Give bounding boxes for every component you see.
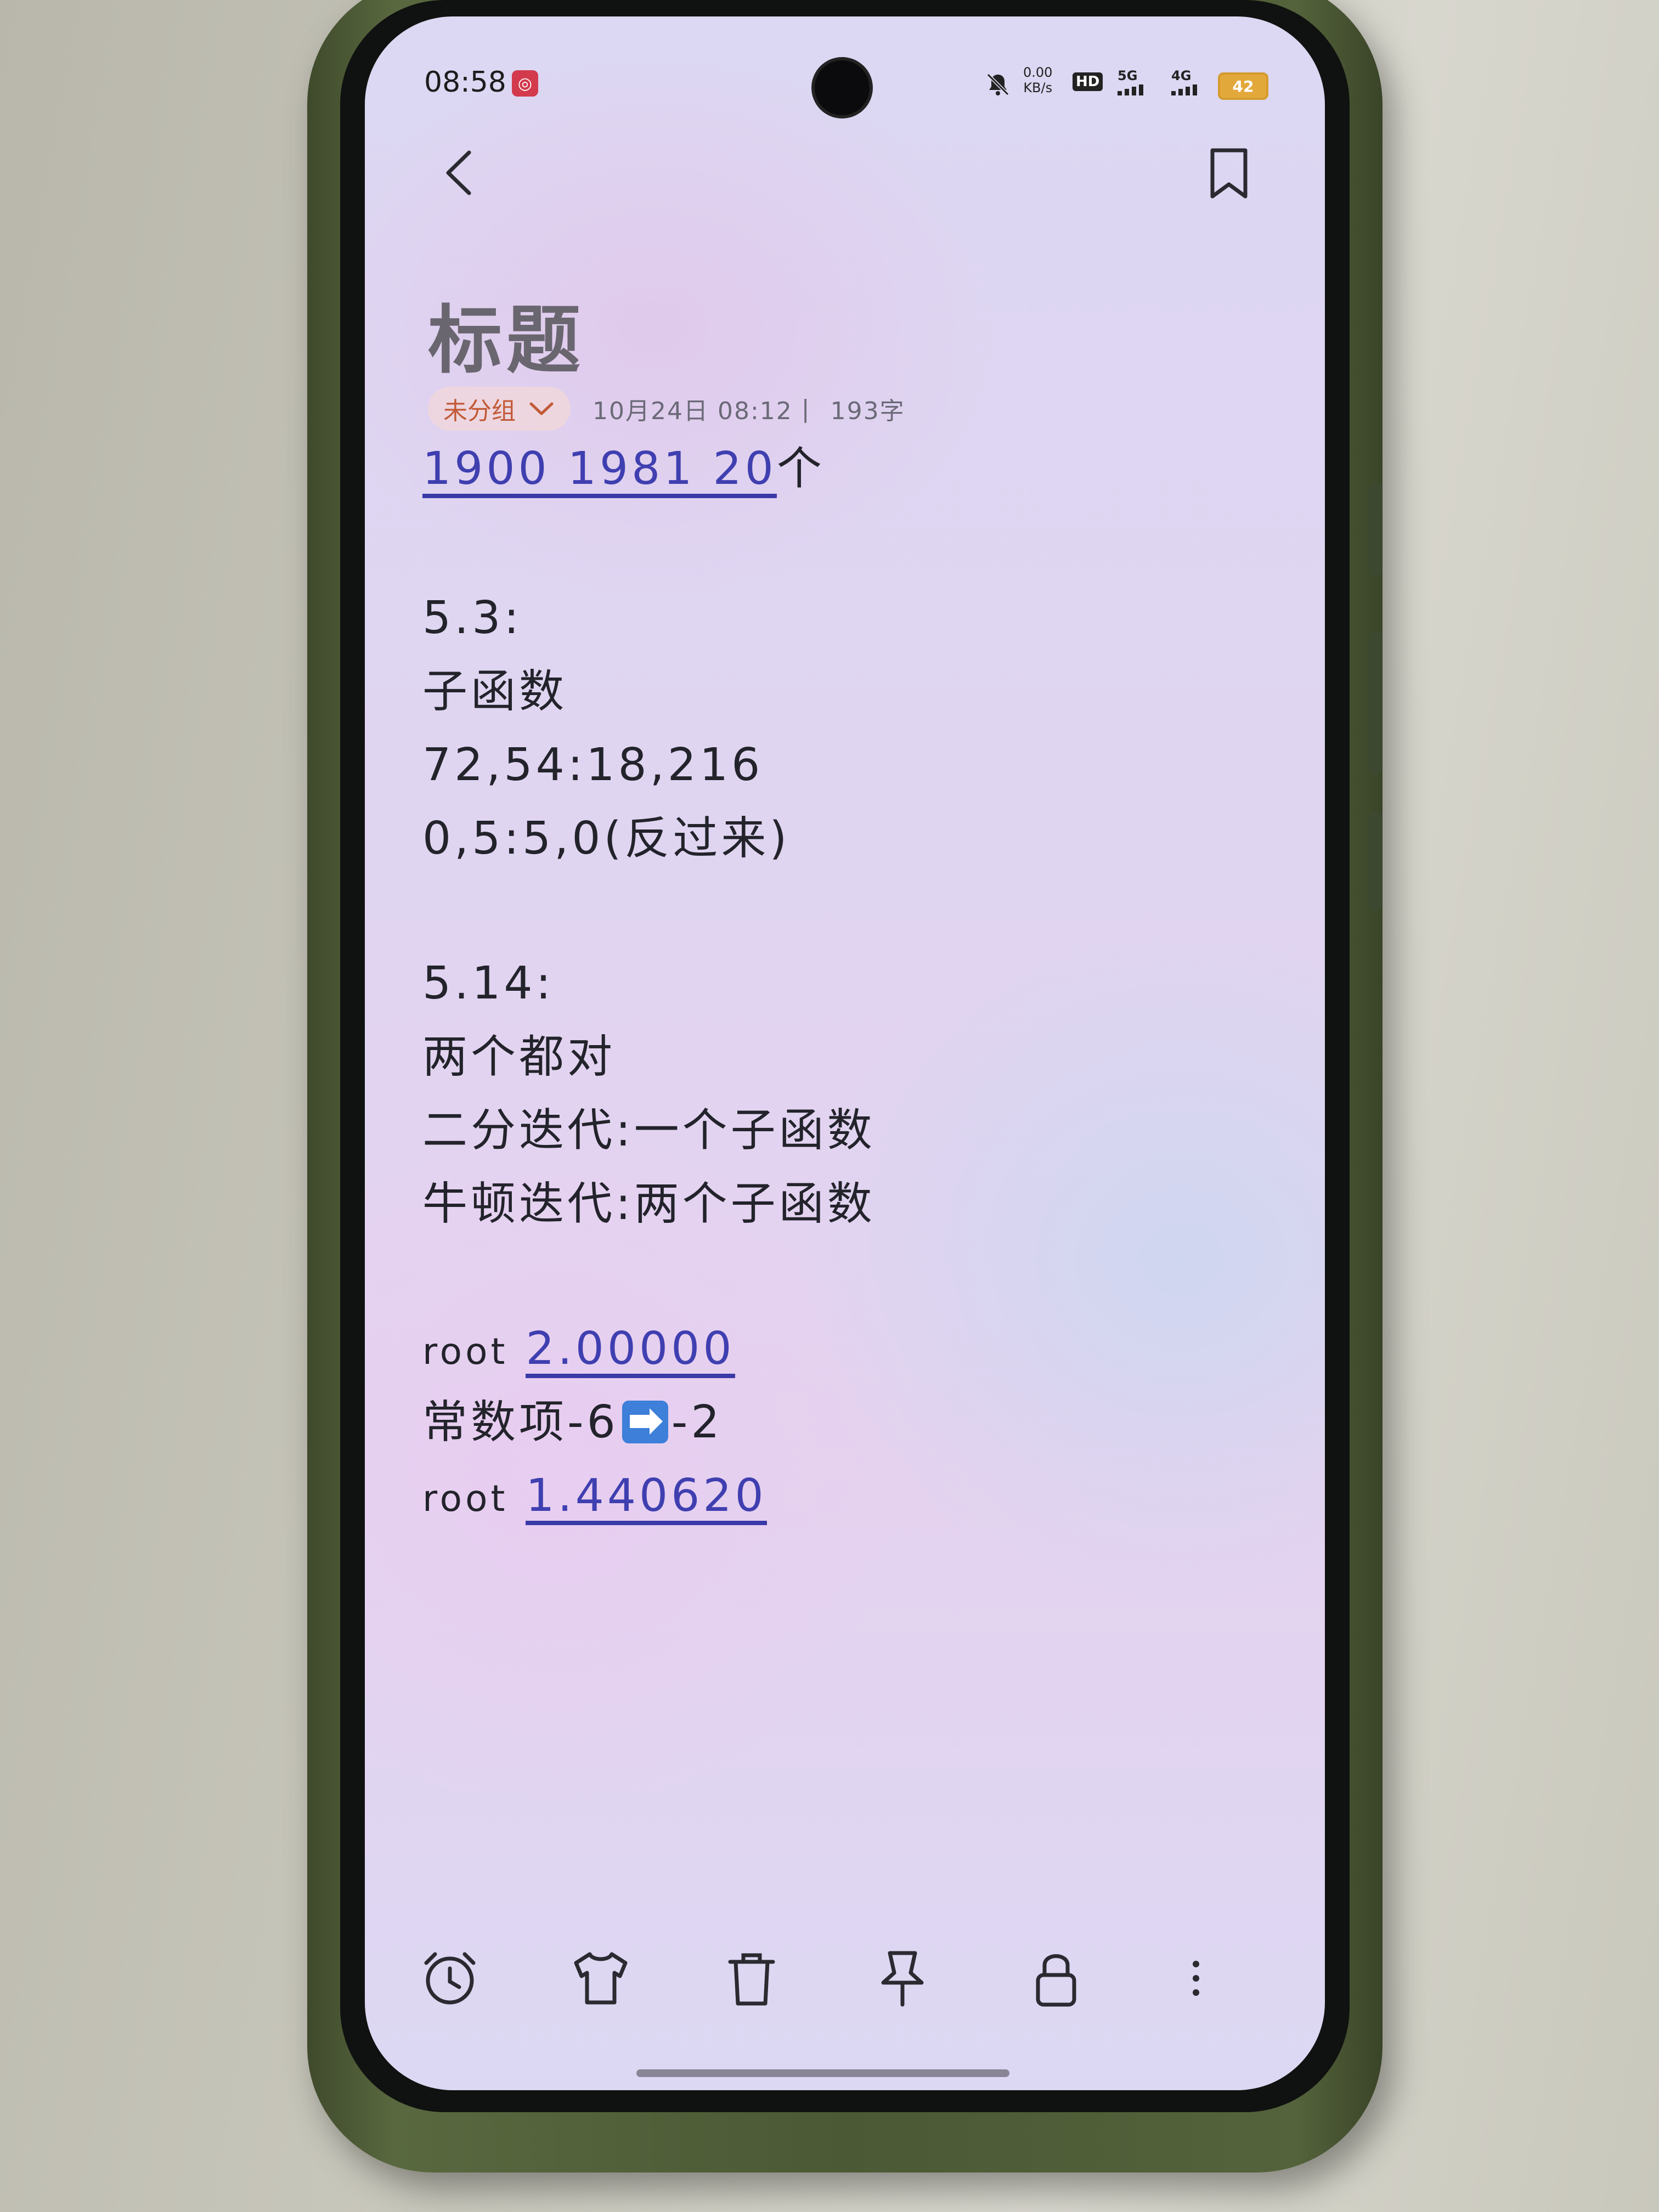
note-line: 常数项-6 -2: [422, 1386, 1245, 1459]
network-speed: 0.00 KB/s: [1023, 65, 1052, 95]
status-time: 08:58: [424, 66, 506, 99]
side-key: [1369, 812, 1382, 911]
network-speed-value: 0.00: [1023, 65, 1053, 80]
home-indicator[interactable]: [636, 2069, 1009, 2077]
chevron-left-icon: [446, 150, 471, 195]
note-link[interactable]: 1.440620: [526, 1471, 767, 1525]
right-arrow-icon: [622, 1400, 668, 1443]
note-datetime: 10月24日 08:12: [592, 397, 793, 425]
note-line: 72,54:18,216: [422, 739, 764, 791]
note-line: 两个都对: [422, 1031, 616, 1083]
phone-screen: 08:58 ◎ 0.00 KB/s HD 5G 4G 42 标题 未分组 10月…: [365, 16, 1325, 2090]
theme-button[interactable]: [565, 1942, 636, 2013]
status-bar: 08:58 ◎ 0.00 KB/s HD 5G 4G 42: [365, 49, 1325, 115]
note-line: 1900 1981 20个: [422, 444, 1245, 510]
note-line: 5.3:: [422, 592, 523, 644]
top-toolbar: [365, 126, 1325, 214]
volume-button: [1369, 483, 1382, 576]
power-button: [1369, 631, 1382, 774]
meta-separator: |: [801, 394, 811, 423]
note-text: root: [422, 1477, 509, 1520]
delete-button[interactable]: [716, 1942, 787, 2013]
alarm-clock-icon: [424, 1952, 476, 2005]
note-link[interactable]: 2.00000: [526, 1324, 735, 1378]
note-line: 二分迭代:一个子函数: [422, 1104, 876, 1156]
note-word-count: 193字: [830, 397, 905, 425]
chevron-down-icon: [529, 402, 554, 415]
back-button[interactable]: [431, 143, 491, 203]
note-text: -2: [671, 1396, 723, 1448]
group-selector[interactable]: 未分组: [428, 387, 571, 431]
note-line: root 2.00000: [422, 1312, 1245, 1386]
note-text: 常数项-6: [422, 1396, 619, 1448]
note-title[interactable]: 标题: [428, 280, 585, 387]
group-label: 未分组: [443, 397, 516, 425]
signal-4g-icon: [1171, 84, 1197, 95]
bottom-toolbar: [365, 1931, 1325, 2024]
note-line: 牛顿迭代:两个子函数: [422, 1178, 876, 1230]
reminder-button[interactable]: [414, 1942, 486, 2013]
note-line: 5.14:: [422, 957, 555, 1009]
more-button[interactable]: [1160, 1942, 1232, 2013]
battery-level: 42: [1232, 77, 1254, 95]
pin-button[interactable]: [867, 1942, 938, 2013]
note-body[interactable]: 1900 1981 20个 5.3: 子函数 72,54:18,216 0,5:…: [422, 444, 1245, 1533]
pin-icon: [881, 1951, 924, 2007]
bookmark-icon: [1210, 148, 1248, 199]
signal-5g-label: 5G: [1118, 68, 1138, 83]
note-text: 个: [776, 443, 825, 495]
signal-4g-label: 4G: [1171, 68, 1192, 83]
front-camera: [815, 60, 870, 115]
notification-app-icon: ◎: [512, 70, 538, 97]
bookmark-button[interactable]: [1199, 143, 1259, 203]
note-text: root: [422, 1330, 509, 1373]
lock-button[interactable]: [1020, 1942, 1092, 2013]
lock-icon: [1036, 1954, 1076, 2007]
more-vertical-icon: [1193, 1961, 1199, 1996]
battery-icon: 42: [1218, 72, 1268, 100]
network-speed-unit: KB/s: [1023, 80, 1053, 95]
note-link[interactable]: 1900 1981 20: [422, 444, 777, 498]
note-line: 0,5:5,0(反过来): [422, 812, 791, 865]
mute-icon: [985, 71, 1011, 98]
tshirt-icon: [574, 1952, 628, 2005]
trash-icon: [728, 1953, 775, 2006]
note-line: root 1.440620: [422, 1459, 1245, 1533]
hd-badge: HD: [1073, 72, 1103, 91]
note-line: 子函数: [422, 665, 568, 718]
signal-5g-icon: [1118, 84, 1143, 95]
note-meta: 未分组 10月24日 08:12 | 193字: [428, 384, 905, 433]
